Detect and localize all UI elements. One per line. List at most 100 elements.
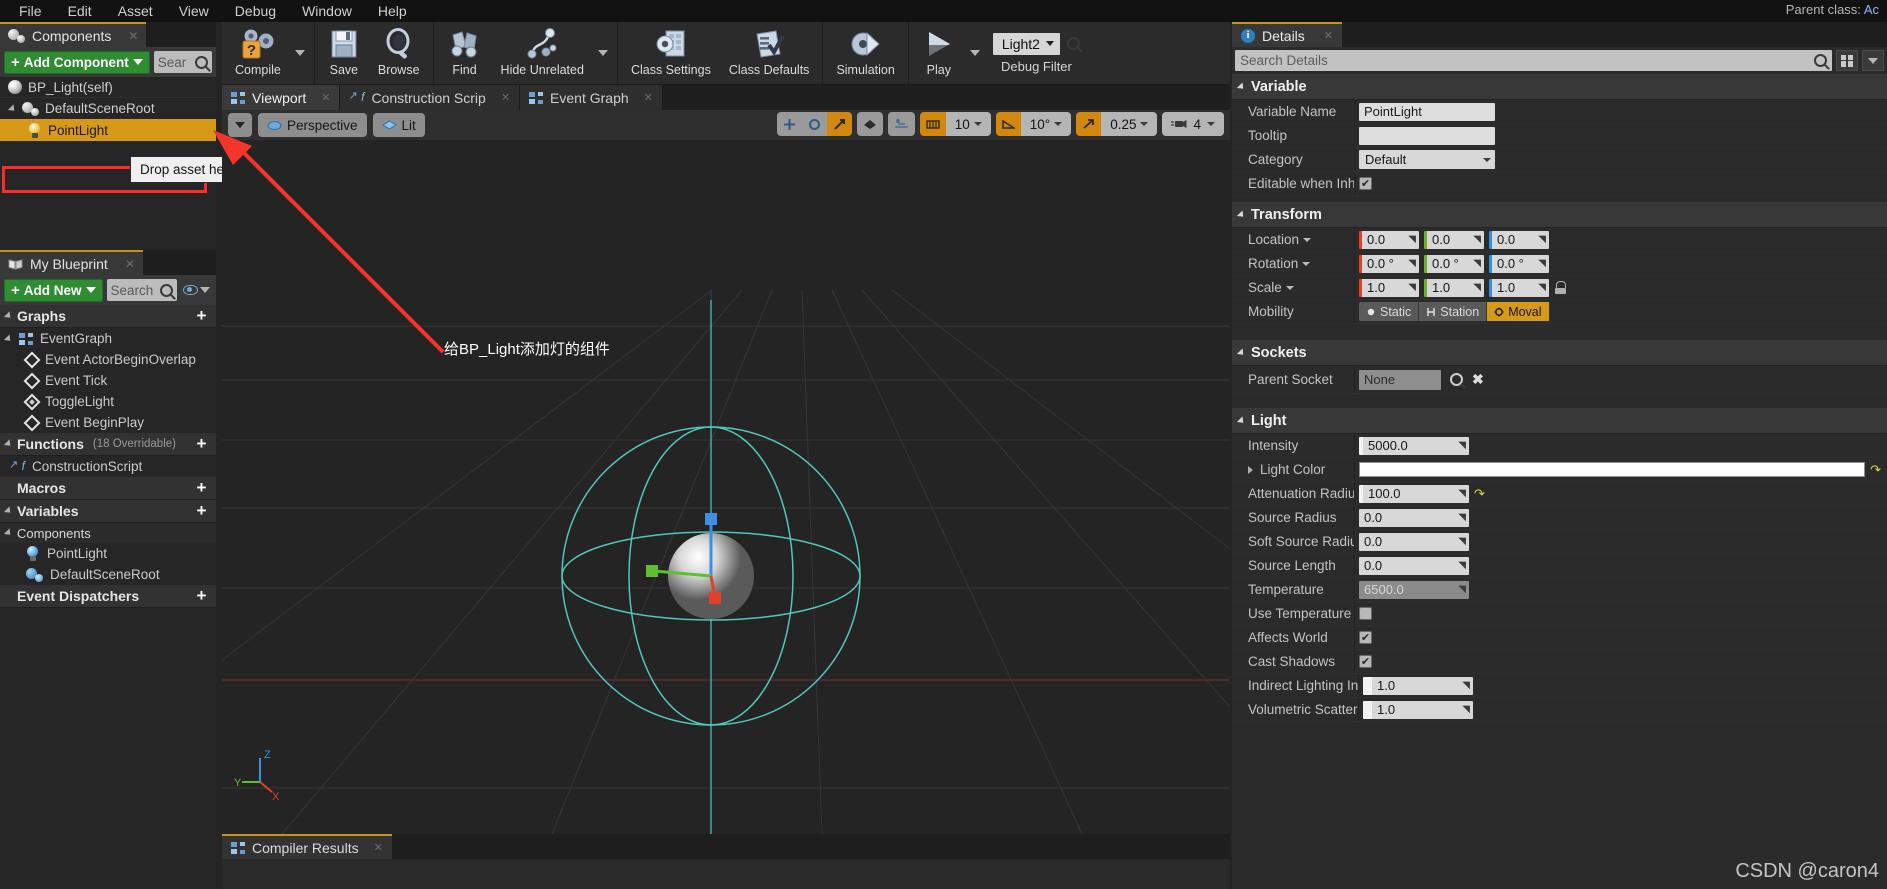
rotate-tool-button[interactable]	[801, 112, 827, 136]
rotation-snap-toggle[interactable]	[995, 112, 1021, 136]
details-view-options-button[interactable]	[1836, 50, 1858, 71]
tab-my-blueprint[interactable]: My Blueprint ✕	[0, 250, 143, 275]
close-icon[interactable]: ✕	[374, 841, 383, 854]
details-section-sockets[interactable]: Sockets	[1232, 340, 1887, 366]
details-settings-button[interactable]	[1862, 50, 1884, 71]
section-header-event-dispatchers[interactable]: Event Dispatchers +	[0, 585, 216, 608]
chevron-down-icon[interactable]	[1285, 285, 1294, 290]
menu-item-help[interactable]: Help	[365, 1, 420, 21]
expand-triangle-icon[interactable]	[3, 333, 14, 344]
location-y-input[interactable]: 0.0 ◥	[1424, 230, 1484, 249]
section-header-graphs[interactable]: Graphs +	[0, 305, 216, 328]
menu-item-asset[interactable]: Asset	[105, 1, 166, 21]
indirect-lighting-intensity-input[interactable]: 1.0 ◥	[1363, 676, 1473, 695]
location-z-input[interactable]: 0.0 ◥	[1489, 230, 1549, 249]
revert-icon[interactable]: ↷	[1474, 486, 1485, 502]
rotation-y-input[interactable]: 0.0 ° ◥	[1424, 254, 1484, 273]
surface-snap-button[interactable]	[887, 112, 915, 136]
camera-mode-button[interactable]: Perspective	[258, 113, 367, 137]
components-search-input[interactable]: Sear	[153, 51, 212, 73]
graph-item-actor-begin-overlap[interactable]: Event ActorBeginOverlap	[0, 349, 216, 370]
compile-button[interactable]: ? Compile	[226, 22, 290, 84]
section-header-variables[interactable]: Variables +	[0, 500, 216, 523]
component-row-defaultsceneroot[interactable]: DefaultSceneRoot	[0, 98, 216, 119]
graph-item-togglelight[interactable]: ToggleLight	[0, 391, 216, 412]
scale-y-input[interactable]: 1.0 ◥	[1424, 278, 1484, 297]
grid-snap-value[interactable]: 10	[945, 112, 991, 136]
variables-group-components[interactable]: Components	[0, 523, 216, 543]
select-tool-button[interactable]	[776, 112, 802, 136]
clear-socket-icon[interactable]: ✖	[1472, 371, 1484, 388]
details-section-variable[interactable]: Variable	[1232, 74, 1887, 100]
variable-name-input[interactable]: PointLight	[1359, 102, 1495, 121]
add-new-button[interactable]: + Add New	[4, 278, 103, 302]
temperature-input[interactable]: 6500.0 ◥	[1359, 580, 1469, 599]
rotation-x-input[interactable]: 0.0 ° ◥	[1359, 254, 1419, 273]
source-radius-input[interactable]: 0.0 ◥	[1359, 508, 1469, 527]
save-button[interactable]: Save	[319, 22, 369, 84]
class-settings-button[interactable]: Class Settings	[622, 22, 720, 84]
viewport-3d[interactable]: Z Y X 给BP_Light添加灯的组件	[222, 140, 1230, 834]
add-component-button[interactable]: + Add Component	[4, 50, 150, 74]
graph-item-eventgraph[interactable]: EventGraph	[0, 328, 216, 349]
variable-item-pointlight[interactable]: PointLight	[0, 543, 216, 564]
visibility-toggle-button[interactable]	[181, 285, 212, 295]
search-icon[interactable]	[1450, 373, 1463, 386]
close-icon[interactable]: ✕	[501, 91, 510, 104]
class-defaults-button[interactable]: Class Defaults	[720, 22, 819, 84]
hide-unrelated-button[interactable]: Hide Unrelated	[492, 22, 593, 84]
chevron-down-icon[interactable]	[1303, 237, 1312, 242]
tab-viewport[interactable]: Viewport ✕	[222, 85, 341, 110]
add-variable-button[interactable]: +	[193, 502, 210, 520]
graph-item-event-tick[interactable]: Event Tick	[0, 370, 216, 391]
details-section-light[interactable]: Light	[1232, 408, 1887, 434]
my-blueprint-search-input[interactable]: Search	[106, 279, 177, 301]
expand-triangle-icon[interactable]	[1248, 465, 1253, 474]
chevron-down-icon[interactable]	[1302, 261, 1311, 266]
lock-icon[interactable]	[1554, 281, 1566, 294]
menu-item-view[interactable]: View	[166, 1, 222, 21]
scale-snap-toggle[interactable]	[1076, 112, 1102, 136]
mobility-movable-button[interactable]: Moval	[1487, 302, 1550, 321]
volumetric-scattering-input[interactable]: 1.0 ◥	[1363, 700, 1473, 719]
tab-construction-script[interactable]: f Construction Scrip ✕	[340, 85, 521, 110]
viewport-options-button[interactable]	[228, 113, 252, 137]
section-header-functions[interactable]: Functions (18 Overridable) +	[0, 433, 216, 456]
tab-event-graph[interactable]: Event Graph ✕	[520, 85, 663, 110]
rotation-snap-value[interactable]: 10°	[1020, 112, 1072, 136]
rotation-z-input[interactable]: 0.0 ° ◥	[1489, 254, 1549, 273]
search-icon[interactable]	[1066, 37, 1080, 50]
category-combo[interactable]: Default	[1359, 150, 1495, 169]
close-icon[interactable]: ✕	[1324, 29, 1333, 42]
add-macro-button[interactable]: +	[193, 479, 210, 497]
editable-when-inherited-checkbox[interactable]: ✔	[1359, 177, 1372, 190]
attenuation-radius-input[interactable]: 100.0 ◥	[1359, 484, 1469, 503]
scale-snap-value[interactable]: 0.25	[1101, 112, 1158, 136]
close-icon[interactable]: ✕	[125, 257, 135, 271]
menu-item-window[interactable]: Window	[289, 1, 365, 21]
coordinate-space-button[interactable]	[856, 112, 883, 136]
tab-compiler-results[interactable]: Compiler Results ✕	[222, 834, 392, 859]
compile-dropdown-button[interactable]	[290, 22, 310, 84]
cast-shadows-checkbox[interactable]: ✔	[1359, 655, 1372, 668]
tab-details[interactable]: i Details ✕	[1232, 22, 1343, 47]
expand-triangle-icon[interactable]	[7, 103, 18, 114]
mobility-stationary-button[interactable]: Station	[1419, 302, 1488, 321]
parent-socket-input[interactable]: None	[1359, 369, 1441, 390]
affects-world-checkbox[interactable]: ✔	[1359, 631, 1372, 644]
scale-z-input[interactable]: 1.0 ◥	[1489, 278, 1549, 297]
debug-filter-combo[interactable]: Light2	[992, 32, 1060, 55]
mobility-static-button[interactable]: Static	[1359, 302, 1420, 321]
play-dropdown-button[interactable]	[965, 22, 985, 84]
intensity-input[interactable]: 5000.0 ◥	[1359, 436, 1469, 455]
details-section-transform[interactable]: Transform	[1232, 202, 1887, 228]
view-mode-button[interactable]: Lit	[372, 113, 425, 137]
add-event-dispatcher-button[interactable]: +	[193, 587, 210, 605]
scale-x-input[interactable]: 1.0 ◥	[1359, 278, 1419, 297]
camera-speed-value[interactable]: 4	[1162, 112, 1224, 136]
find-button[interactable]: Find	[438, 22, 492, 84]
menu-item-debug[interactable]: Debug	[222, 1, 289, 21]
location-x-input[interactable]: 0.0 ◥	[1359, 230, 1419, 249]
details-search-input[interactable]: Search Details	[1235, 50, 1832, 71]
section-header-macros[interactable]: Macros +	[0, 477, 216, 500]
